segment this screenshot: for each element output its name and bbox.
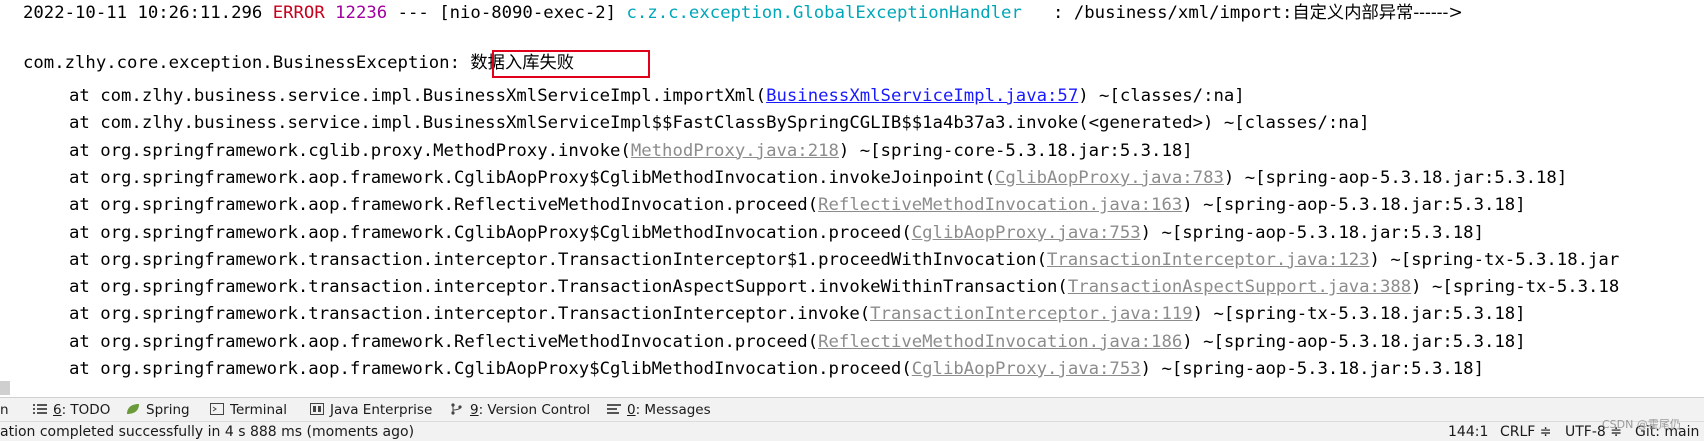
tab-spring[interactable]: Spring <box>126 398 190 422</box>
stack-frame-line: at com.zlhy.business.service.impl.Busine… <box>69 112 1370 134</box>
messages-icon <box>607 404 621 414</box>
source-file-link[interactable]: BusinessXmlServiceImpl.java:57 <box>766 86 1078 106</box>
log-message-cjk: 自定义内部异常------> <box>1292 3 1463 23</box>
source-file-link[interactable]: TransactionAspectSupport.java:388 <box>1068 277 1411 297</box>
log-header-line: 2022-10-11 10:26:11.296 ERROR 12236 --- … <box>23 2 1463 24</box>
stack-frame-location: ) ~[spring-tx-5.3.18.jar <box>1369 249 1620 270</box>
annotation-highlight-box <box>492 50 650 78</box>
stack-frame-line: at org.springframework.transaction.inter… <box>69 303 1526 325</box>
tab-messages[interactable]: 0: Messages <box>607 398 711 422</box>
exception-class: com.zlhy.core.exception.BusinessExceptio… <box>23 53 460 73</box>
console-scrollbar[interactable] <box>0 381 10 395</box>
tab-version-control[interactable]: 9: Version Control <box>450 398 590 422</box>
list-icon <box>33 404 47 414</box>
stack-frame-method: at org.springframework.transaction.inter… <box>69 304 871 325</box>
stack-frame-method: at org.springframework.aop.framework.Cgl… <box>69 222 912 243</box>
tool-window-bar: n 6: TODO Spring Terminal Java Enterpris… <box>0 397 1704 421</box>
line-separator-widget[interactable]: CRLF ≑ <box>1500 423 1552 441</box>
stack-frame-method: at org.springframework.transaction.inter… <box>69 249 1047 270</box>
log-pid: 12236 <box>335 3 388 23</box>
stack-frame-method: at org.springframework.aop.framework.Ref… <box>69 331 819 352</box>
java-enterprise-icon <box>310 403 324 415</box>
log-separator: --- <box>397 3 429 23</box>
status-bar: ation completed successfully in 4 s 888 … <box>0 421 1704 441</box>
log-timestamp: 2022-10-11 10:26:11.296 <box>23 3 263 23</box>
source-file-link[interactable]: CglibAopProxy.java:783 <box>995 168 1224 188</box>
watermark: CSDN @霍尾仍 <box>1602 418 1681 431</box>
tab-todo[interactable]: 6: TODO <box>33 398 110 422</box>
stack-frame-line: at org.springframework.aop.framework.Ref… <box>69 331 1526 353</box>
terminal-icon <box>210 403 224 415</box>
tab-run-fragment[interactable]: n <box>0 398 9 422</box>
source-file-link[interactable]: MethodProxy.java:218 <box>631 141 839 161</box>
caret-position[interactable]: 144:1 <box>1448 423 1488 441</box>
stack-frame-method: at org.springframework.aop.framework.Cgl… <box>69 359 912 379</box>
log-message-prefix: : /business/xml/import: <box>1032 3 1293 23</box>
stack-frame-line: at org.springframework.cglib.proxy.Metho… <box>69 140 1193 162</box>
log-logger: c.z.c.exception.GlobalExceptionHandler <box>626 3 1022 23</box>
stack-frame-location: ) ~[spring-aop-5.3.18.jar:5.3.18] <box>1182 195 1526 216</box>
source-file-link[interactable]: ReflectiveMethodInvocation.java:163 <box>818 195 1182 215</box>
stack-frame-location: ) ~[spring-aop-5.3.18.jar:5.3.18] <box>1223 167 1568 188</box>
stack-frame-line: at org.springframework.transaction.inter… <box>69 276 1619 298</box>
stack-frame-method: at org.springframework.transaction.inter… <box>69 277 1068 298</box>
stack-frame-location: ) ~[spring-tx-5.3.18.jar:5.3.18] <box>1192 304 1526 325</box>
stack-frame-location: ) ~[spring-aop-5.3.18.jar:5.3.18] <box>1140 222 1484 243</box>
source-file-link[interactable]: TransactionInterceptor.java:123 <box>1047 250 1370 270</box>
stack-frame-line: at com.zlhy.business.service.impl.Busine… <box>69 85 1245 107</box>
stack-frame-location: ) ~[spring-aop-5.3.18.jar:5.3.18] <box>1182 331 1526 352</box>
spring-leaf-icon <box>127 404 139 414</box>
branch-icon <box>451 403 462 415</box>
status-message[interactable]: ation completed successfully in 4 s 888 … <box>0 423 414 441</box>
source-file-link[interactable]: ReflectiveMethodInvocation.java:186 <box>818 332 1182 352</box>
log-thread: [nio-8090-exec-2] <box>439 3 617 23</box>
source-file-link[interactable]: CglibAopProxy.java:753 <box>912 359 1141 379</box>
stack-frame-method: at org.springframework.aop.framework.Ref… <box>69 195 819 216</box>
stack-frame-method: at org.springframework.cglib.proxy.Metho… <box>69 140 631 161</box>
stack-frame-line: at org.springframework.aop.framework.Cgl… <box>69 167 1567 189</box>
stack-frame-location: ) ~[classes/:na] <box>1078 86 1245 106</box>
stack-frame-location: ) ~[spring-core-5.3.18.jar:5.3.18] <box>838 140 1193 161</box>
log-level: ERROR <box>272 3 325 23</box>
stack-frame-line: at org.springframework.aop.framework.Cgl… <box>69 358 1484 380</box>
stack-frame-method: at com.zlhy.business.service.impl.Busine… <box>69 113 1370 134</box>
source-file-link[interactable]: TransactionInterceptor.java:119 <box>870 304 1193 324</box>
stack-frame-method: at org.springframework.aop.framework.Cgl… <box>69 167 995 188</box>
run-console-output[interactable]: 2022-10-11 10:26:11.296 ERROR 12236 --- … <box>0 0 1704 384</box>
stack-frame-line: at org.springframework.aop.framework.Cgl… <box>69 222 1484 244</box>
stack-frame-method: at com.zlhy.business.service.impl.Busine… <box>69 86 767 106</box>
stack-frame-line: at org.springframework.aop.framework.Ref… <box>69 194 1526 216</box>
stack-frame-location: ) ~[spring-tx-5.3.18 <box>1411 277 1620 298</box>
source-file-link[interactable]: CglibAopProxy.java:753 <box>912 223 1141 243</box>
tab-terminal[interactable]: Terminal <box>210 398 287 422</box>
stack-frame-location: ) ~[spring-aop-5.3.18.jar:5.3.18] <box>1140 359 1484 379</box>
stack-frame-line: at org.springframework.transaction.inter… <box>69 249 1619 271</box>
tab-java-enterprise[interactable]: Java Enterprise <box>310 398 432 422</box>
